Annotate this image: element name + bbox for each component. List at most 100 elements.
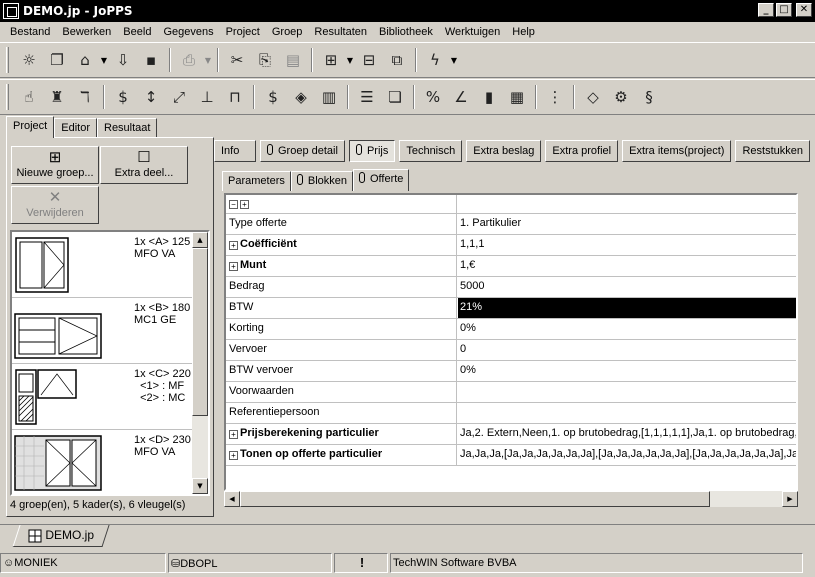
price-table-icon[interactable]: ▦ (503, 84, 531, 110)
price-profile-icon[interactable]: $ (109, 84, 137, 110)
menu-project[interactable]: Project (220, 26, 266, 38)
property-value-cell[interactable]: Ja,Ja,Ja,[Ja,Ja,Ja,Ja,Ja,Ja],[Ja,Ja,Ja,J… (458, 445, 796, 465)
list-item[interactable]: 1x <C> 220 <1> : MF <2> : MC (12, 364, 195, 430)
open-folder-icon[interactable]: ⌂ (71, 47, 99, 73)
glass-icon[interactable]: ▥ (315, 84, 343, 110)
copy-doc-icon[interactable]: ❐ (43, 47, 71, 73)
property-label-cell[interactable]: Vervoer (226, 340, 457, 360)
property-value-cell[interactable]: 1. Partikulier (458, 214, 796, 234)
group-list-scrollbar[interactable]: ▲ ▼ (192, 232, 208, 494)
minimize-button[interactable]: _ (758, 3, 774, 17)
rotate-icon[interactable]: ◇ (579, 84, 607, 110)
tab-resultaat[interactable]: Resultaat (97, 118, 158, 138)
grid-row[interactable]: + Tonen op offerte particulier Ja,Ja,Ja,[J… (226, 445, 796, 466)
price-chart-icon[interactable]: ∠ (447, 84, 475, 110)
window-grid-icon[interactable]: ⊞ (317, 47, 345, 73)
grid-row[interactable]: Voorwaarden (226, 382, 796, 403)
grid-row[interactable]: Vervoer 0 (226, 340, 796, 361)
corner-icon[interactable]: ⤢ (165, 84, 193, 110)
property-value-cell[interactable] (458, 403, 796, 423)
property-label-cell[interactable]: Type offerte (226, 214, 457, 234)
grid-row[interactable]: + Coëfficiënt 1,1,1 (226, 235, 796, 256)
profile-t-icon[interactable]: ℸ (71, 84, 99, 110)
extra-items-button[interactable]: Extra items(project) (622, 140, 732, 162)
menu-bibliotheek[interactable]: Bibliotheek (373, 26, 439, 38)
profile-stack-icon[interactable]: ♜ (43, 84, 71, 110)
grid-row[interactable]: Bedrag 5000 (226, 277, 796, 298)
menu-groep[interactable]: Groep (266, 26, 309, 38)
collapse-all-icon[interactable]: − (229, 200, 238, 209)
scroll-thumb[interactable] (240, 491, 710, 507)
save-icon[interactable]: ▪ (137, 47, 165, 73)
scroll-right-icon[interactable]: ▶ (782, 491, 798, 507)
extra-hardware-button[interactable]: Extra beslag (466, 140, 542, 162)
grid-row[interactable]: BTW 21% (226, 298, 796, 319)
percent-icon[interactable]: % (419, 84, 447, 110)
maximize-button[interactable]: □ (776, 3, 792, 17)
property-value-cell[interactable]: 21% (458, 298, 796, 318)
menu-bestand[interactable]: Bestand (4, 26, 56, 38)
list-item[interactable]: 1x <B> 180 MC1 GE (12, 298, 195, 364)
remnants-button[interactable]: Reststukken (735, 140, 810, 162)
extra-part-button[interactable]: ☐ Extra deel... (100, 146, 188, 184)
property-value-cell[interactable]: 0% (458, 319, 796, 339)
scroll-down-icon[interactable]: ▼ (192, 478, 208, 494)
copy-icon[interactable]: ⎘ (251, 47, 279, 73)
menu-resultaten[interactable]: Resultaten (308, 26, 373, 38)
property-value-cell[interactable] (458, 382, 796, 402)
cut-icon[interactable]: ✂ (223, 47, 251, 73)
chevron-down-icon[interactable]: ▼ (99, 56, 109, 65)
warning-icon[interactable]: ! (334, 553, 388, 573)
list-item[interactable]: 1x <D> 230 MFO VA (12, 430, 195, 494)
measure-icon[interactable]: ⊥ (193, 84, 221, 110)
lightning-icon[interactable]: ϟ (421, 47, 449, 73)
report-icon[interactable]: ❏ (381, 84, 409, 110)
property-value-cell[interactable]: 1,1,1 (458, 235, 796, 255)
property-label-cell[interactable]: BTW (226, 298, 457, 318)
menu-gegevens[interactable]: Gegevens (157, 26, 219, 38)
bar-chart-icon[interactable]: ▮ (475, 84, 503, 110)
grid-row[interactable]: Korting 0% (226, 319, 796, 340)
menu-help[interactable]: Help (506, 26, 541, 38)
group-list[interactable]: 1x <A> 125 MFO VA 1x <B> 180 MC1 GE 1x <… (10, 230, 210, 496)
tab-project[interactable]: Project (6, 116, 55, 138)
hand-tool-icon[interactable]: ☝ (15, 84, 43, 110)
toolbar-grip[interactable] (6, 84, 9, 110)
beam-icon[interactable]: ⊓ (221, 84, 249, 110)
expand-icon[interactable]: + (229, 262, 238, 271)
expand-icon[interactable]: + (229, 241, 238, 250)
property-label-cell[interactable]: Voorwaarden (226, 382, 457, 402)
info-button[interactable]: Info (214, 140, 256, 162)
property-label-cell[interactable]: BTW vervoer (226, 361, 457, 381)
window-multi-icon[interactable]: ⧉ (383, 47, 411, 73)
print-icon[interactable]: ⎙ (175, 47, 203, 73)
property-value-cell[interactable]: 0 (458, 340, 796, 360)
property-label-cell[interactable]: + Prijsberekening particulier (226, 424, 457, 444)
chevron-down-icon[interactable]: ▼ (449, 56, 459, 65)
extra-profile-button[interactable]: Extra profiel (545, 140, 619, 162)
delete-button[interactable]: ✕ Verwijderen (11, 186, 99, 224)
chevron-down-icon[interactable]: ▼ (345, 56, 355, 65)
property-label-cell[interactable]: + Munt (226, 256, 457, 276)
grid-horizontal-scrollbar[interactable]: ◀ ▶ (224, 491, 798, 507)
dimension-icon[interactable]: ↕ (137, 84, 165, 110)
property-value-cell[interactable]: 0% (458, 361, 796, 381)
tab-blocks[interactable]: Blokken (290, 171, 353, 191)
grid-row[interactable]: + Prijsberekening particulier Ja,2. Extern… (226, 424, 796, 445)
list-icon[interactable]: ☰ (353, 84, 381, 110)
document-tab[interactable]: DEMO.jp (12, 525, 110, 547)
chevron-down-icon[interactable]: ▼ (203, 56, 213, 65)
expand-all-icon[interactable]: + (240, 200, 249, 209)
property-label-cell[interactable]: Bedrag (226, 277, 457, 297)
price-button[interactable]: Prijs (348, 140, 396, 162)
property-label-cell[interactable]: + Tonen op offerte particulier (226, 445, 457, 465)
grid-row[interactable]: Type offerte 1. Partikulier (226, 214, 796, 235)
technical-button[interactable]: Technisch (399, 140, 463, 162)
import-icon[interactable]: ⇩ (109, 47, 137, 73)
expand-icon[interactable]: + (229, 430, 238, 439)
property-label-cell[interactable]: Korting (226, 319, 457, 339)
window-add-icon[interactable]: ⊟ (355, 47, 383, 73)
property-label-cell[interactable]: + Coëfficiënt (226, 235, 457, 255)
property-value-cell[interactable]: Ja,2. Extern,Neen,1. op brutobedrag,[1,1… (458, 424, 796, 444)
group-detail-button[interactable]: Groep detail (260, 140, 345, 162)
